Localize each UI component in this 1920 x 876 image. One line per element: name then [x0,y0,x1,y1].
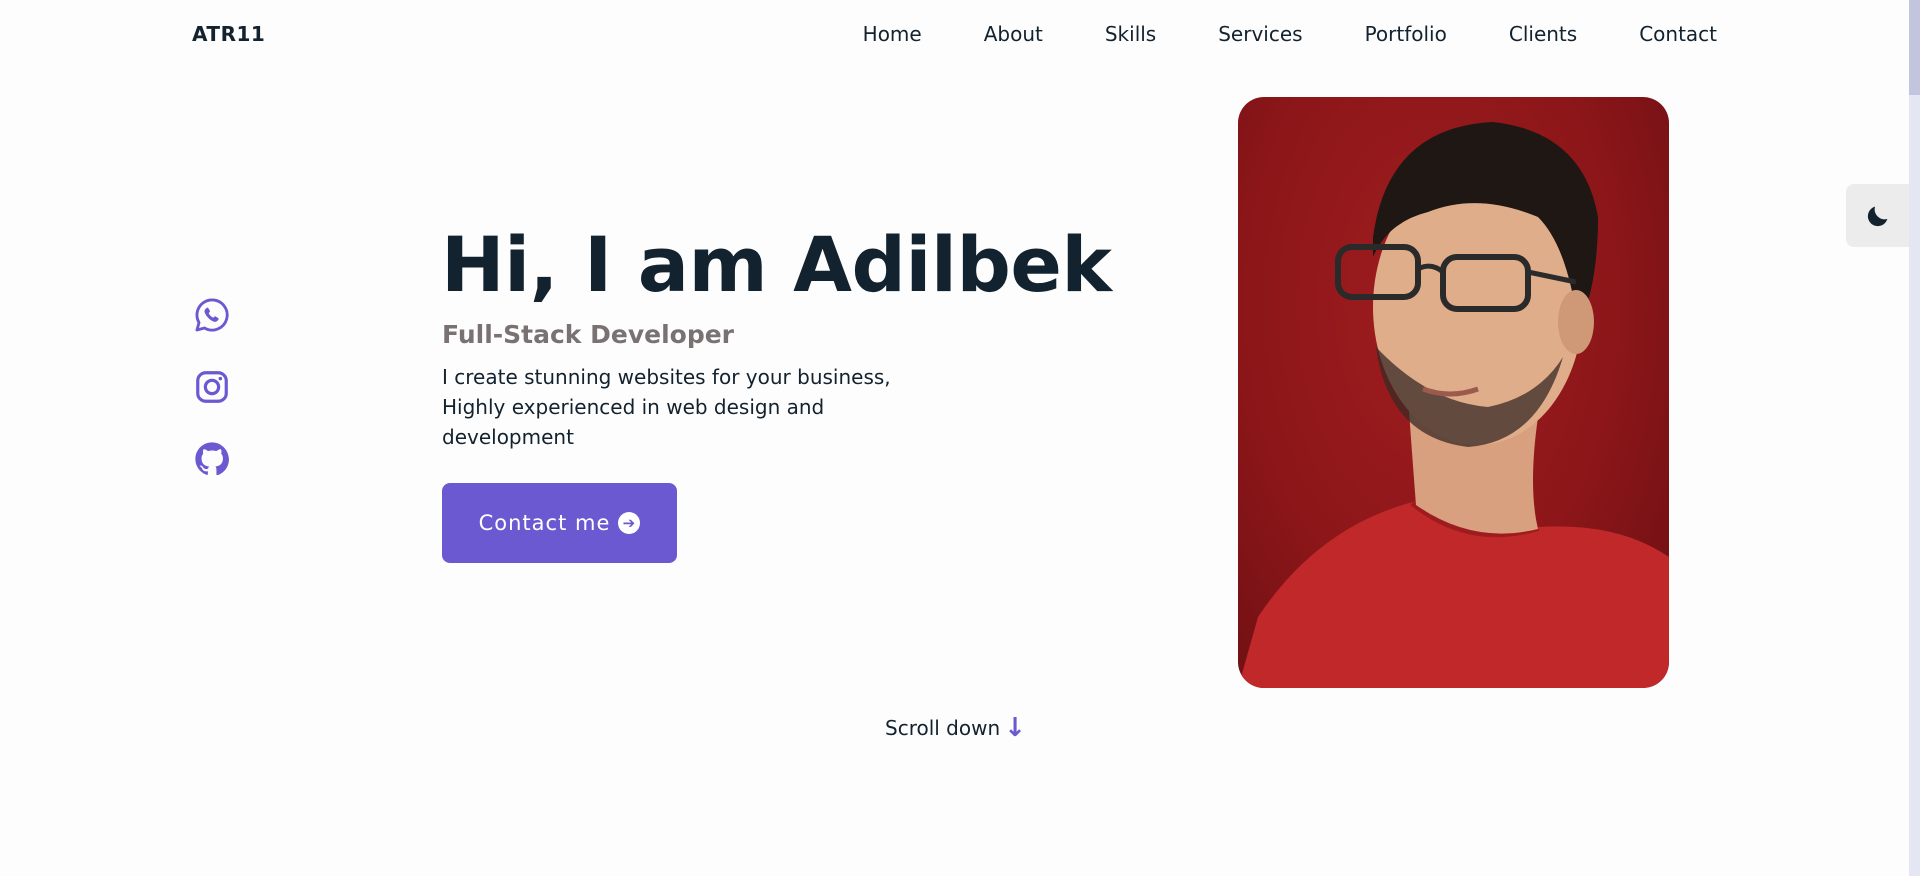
moon-icon [1867,206,1887,226]
main-nav: Home About Skills Services Portfolio Cli… [863,22,1717,46]
github-icon[interactable] [191,438,233,480]
page: ATR11 Home About Skills Services Portfol… [0,0,1909,876]
arrow-right-circle-icon: ➔ [618,512,641,534]
header: ATR11 Home About Skills Services Portfol… [0,0,1909,70]
hero-subtitle: Full-Stack Developer [442,320,735,349]
whatsapp-icon[interactable] [191,294,233,336]
scroll-down-label: Scroll down [885,716,1001,740]
social-links [191,294,233,510]
hero-description: I create stunning websites for your busi… [442,365,891,449]
scrollbar-thumb[interactable] [1909,0,1920,95]
profile-photo [1238,97,1669,688]
nav-home[interactable]: Home [863,22,922,46]
hero-title: Hi, I am Adilbek [441,220,1112,309]
nav-contact[interactable]: Contact [1639,22,1717,46]
logo[interactable]: ATR11 [192,22,265,46]
scrollbar-track[interactable] [1909,0,1920,876]
nav-portfolio[interactable]: Portfolio [1365,22,1447,46]
nav-skills[interactable]: Skills [1105,22,1156,46]
nav-clients[interactable]: Clients [1509,22,1577,46]
theme-toggle-button[interactable] [1846,184,1909,247]
arrow-down-icon: ↓ [1004,713,1026,743]
scroll-down-link[interactable]: Scroll down ↓ [885,715,1026,741]
nav-about[interactable]: About [984,22,1043,46]
contact-me-button[interactable]: Contact me ➔ [442,483,677,563]
nav-services[interactable]: Services [1218,22,1302,46]
contact-me-label: Contact me [478,511,611,535]
instagram-icon[interactable] [191,366,233,408]
